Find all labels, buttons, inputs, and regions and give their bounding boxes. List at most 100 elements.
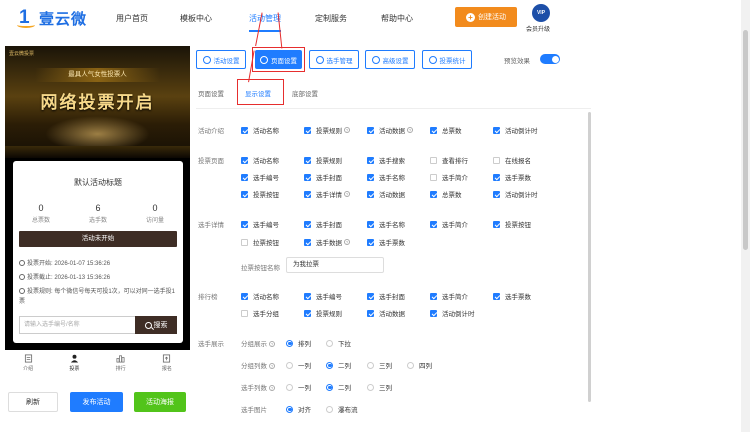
checkbox-rank-player-number[interactable]: 选手编号 (304, 291, 342, 301)
vote-rule: 投票规则: 每个微信号每天可投1次，可以对同一选手投1票 (19, 288, 176, 305)
preview-effect-label: 预览效果 (504, 58, 530, 65)
section-player-display-label: 选手展示 (198, 341, 224, 348)
radio-group-columns-4[interactable]: 四列 (407, 360, 432, 370)
plus-icon: + (466, 12, 475, 22)
checkbox-rank-activity-data[interactable]: 活动数据 (367, 308, 405, 318)
checkbox-rank-name[interactable]: 活动名称 (241, 291, 279, 301)
logo-text: 壹云微 (39, 9, 88, 28)
vip-icon[interactable]: VIP (532, 4, 550, 22)
group-columns-label: 分组列数? (241, 363, 275, 370)
checkbox-detail-player-votes[interactable]: 选手票数 (367, 237, 405, 247)
checkbox-vote-search[interactable]: 选手搜索 (367, 155, 405, 165)
checkbox-detail-player-intro[interactable]: 选手简介 (430, 219, 468, 229)
nav-help-center[interactable]: 帮助中心 (381, 13, 413, 24)
radio-player-columns-2[interactable]: 二列 (326, 382, 351, 392)
radio-group-display-list[interactable]: 排列 (286, 338, 311, 348)
page-scrollbar[interactable] (741, 0, 750, 432)
checkbox-detail-vote-button[interactable]: 投票按钮 (493, 219, 531, 229)
canvass-button-name-input[interactable]: 为我拉票 (286, 257, 384, 273)
player-search-button[interactable]: 搜索 (135, 316, 177, 334)
player-search-input[interactable]: 请输入选手编号/名称 (19, 316, 135, 334)
nav-user-home[interactable]: 用户首页 (116, 13, 148, 24)
refresh-button[interactable]: 刷新 (8, 392, 58, 412)
checkbox-detail-player-cover[interactable]: 选手封面 (304, 219, 342, 229)
section-vote-page-label: 投票页面 (198, 158, 224, 165)
checkbox-vote-rules[interactable]: 投票规则 (304, 155, 342, 165)
checkbox-intro-data[interactable]: 活动数据? (367, 125, 413, 135)
checkbox-vote-player-number[interactable]: 选手编号 (241, 172, 279, 182)
create-activity-button[interactable]: + 创建活动 (455, 7, 517, 27)
subtab-footer-settings[interactable]: 底部设置 (292, 88, 318, 98)
checkbox-detail-player-number[interactable]: 选手编号 (241, 219, 279, 229)
checkbox-vote-player-name[interactable]: 选手名称 (367, 172, 405, 182)
group-display-label: 分组展示? (241, 341, 275, 348)
stat-total-votes: 0 总票数 (31, 203, 50, 224)
checkbox-detail-player-name[interactable]: 选手名称 (367, 219, 405, 229)
radio-group-columns-3[interactable]: 三列 (367, 360, 392, 370)
activity-title: 默认活动标题 (74, 178, 122, 187)
radio-group-columns-2[interactable]: 二列 (326, 360, 351, 370)
checkbox-intro-total-votes[interactable]: 总票数 (430, 125, 462, 135)
checkbox-vote-total-votes[interactable]: 总票数 (430, 189, 462, 199)
activity-poster-button[interactable]: 活动海报 (134, 392, 186, 412)
settings-scrollbar[interactable] (588, 112, 591, 402)
mobile-preview: 壹云微投票 最具人气女性投票人 网络投票开启 默认活动标题 0 总票数 6 选手数 … (5, 46, 190, 376)
checkbox-rank-countdown[interactable]: 活动倒计时 (430, 308, 475, 318)
checkbox-rank-rules[interactable]: 投票规则 (304, 308, 342, 318)
activity-settings-button[interactable]: 活动设置 (196, 50, 246, 69)
radio-player-columns-1[interactable]: 一列 (286, 382, 311, 392)
checkbox-intro-rules[interactable]: 投票规则? (304, 125, 350, 135)
preview-effect-toggle[interactable] (540, 54, 560, 64)
checkbox-rank-player-group[interactable]: 选手分组 (241, 308, 279, 318)
stat-player-count: 6 选手数 (88, 203, 107, 224)
preview-banner: 壹云微投票 最具人气女性投票人 网络投票开启 (5, 46, 190, 158)
checkbox-rank-player-intro[interactable]: 选手简介 (430, 291, 468, 301)
radio-player-columns-3[interactable]: 三列 (367, 382, 392, 392)
publish-activity-button[interactable]: 发布活动 (70, 392, 123, 412)
checkbox-vote-online-signup[interactable]: 在线报名 (493, 155, 531, 165)
help-icon: ? (269, 341, 275, 347)
clock-icon (19, 274, 25, 280)
checkbox-vote-player-detail[interactable]: 选手详情? (304, 189, 350, 199)
nav-activity-management[interactable]: 活动管理 (249, 13, 281, 24)
help-icon: ? (407, 127, 413, 133)
stat-visits: 0 访问量 (145, 203, 164, 224)
advanced-settings-button[interactable]: 高级设置 (365, 50, 415, 69)
display-settings-highlight (237, 79, 284, 105)
checkbox-vote-activity-data[interactable]: 活动数据 (367, 189, 405, 199)
checkbox-rank-player-cover[interactable]: 选手封面 (367, 291, 405, 301)
checkbox-vote-countdown[interactable]: 活动倒计时 (493, 189, 538, 199)
checkbox-vote-player-cover[interactable]: 选手封面 (304, 172, 342, 182)
logo[interactable]: 1 壹云微 (17, 7, 87, 29)
nav-custom-service[interactable]: 定制服务 (315, 13, 347, 24)
help-icon: ? (344, 239, 350, 245)
radio-player-image-waterfall[interactable]: 瀑布流 (326, 404, 358, 414)
checkbox-intro-countdown[interactable]: 活动倒计时 (493, 125, 538, 135)
checkbox-detail-player-data[interactable]: 选手数据? (304, 237, 350, 247)
users-icon (315, 55, 324, 64)
checkbox-rank-player-votes[interactable]: 选手票数 (493, 291, 531, 301)
checkbox-vote-view-ranking[interactable]: 查看排行 (430, 155, 468, 165)
checkbox-vote-button[interactable]: 投票按钮 (241, 189, 279, 199)
radio-group-columns-1[interactable]: 一列 (286, 360, 311, 370)
player-management-button[interactable]: 选手管理 (309, 50, 359, 69)
nav-active-underline (249, 30, 281, 32)
vip-upgrade-label[interactable]: 会员升级 (526, 24, 550, 33)
checkbox-intro-name[interactable]: 活动名称 (241, 125, 279, 135)
radio-player-image-align[interactable]: 对齐 (286, 404, 311, 414)
bar-chart-icon (428, 55, 437, 64)
checkbox-vote-player-votes[interactable]: 选手票数 (493, 172, 531, 182)
gear-icon (202, 55, 211, 64)
help-icon: ? (269, 385, 275, 391)
tab-signup[interactable]: 报名 (144, 350, 190, 376)
tab-ranking[interactable]: 排行 (98, 350, 144, 376)
checkbox-vote-player-intro[interactable]: 选手简介 (430, 172, 468, 182)
subtab-page-settings[interactable]: 页面设置 (198, 88, 224, 98)
nav-template-center[interactable]: 模板中心 (180, 13, 212, 24)
tab-vote[interactable]: 投票 (51, 350, 97, 376)
vote-statistics-button[interactable]: 投票统计 (422, 50, 472, 69)
radio-group-display-dropdown[interactable]: 下拉 (326, 338, 351, 348)
checkbox-detail-canvass-button[interactable]: 拉票按钮 (241, 237, 279, 247)
tab-intro[interactable]: 介绍 (5, 350, 51, 376)
checkbox-vote-name[interactable]: 活动名称 (241, 155, 279, 165)
